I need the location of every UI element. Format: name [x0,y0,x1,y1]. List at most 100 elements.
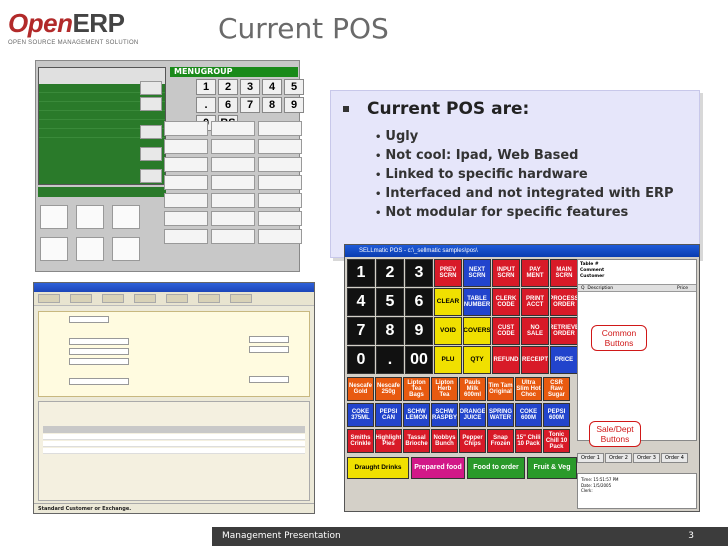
product-button[interactable]: COKE 375ML [347,403,374,427]
toolbar-button[interactable] [70,294,92,303]
function-button[interactable]: MAIN SCRN [550,259,578,287]
numpad-key[interactable]: 2 [376,259,404,287]
product-button[interactable] [164,175,208,190]
product-button[interactable]: Pepper Chips [459,429,486,453]
function-icon[interactable] [40,237,68,261]
function-button[interactable]: COVERS [463,317,491,345]
numpad-key[interactable]: 8 [262,97,282,113]
function-button[interactable]: PLU [434,346,462,374]
product-button[interactable]: Tim Tam Original [487,377,514,401]
product-button[interactable]: PEPSI CAN [375,403,402,427]
product-button[interactable] [258,211,302,226]
product-button[interactable] [164,139,208,154]
product-button[interactable] [211,229,255,244]
function-icon[interactable] [112,205,140,229]
product-button[interactable]: Snap Frozen [487,429,514,453]
numpad-key[interactable]: 1 [196,79,216,95]
side-button[interactable] [140,169,162,183]
product-button[interactable] [164,121,208,136]
numpad-key[interactable]: . [376,346,404,374]
form-field[interactable] [249,376,289,383]
product-button[interactable] [164,229,208,244]
function-button[interactable]: RECEIPT [521,346,549,374]
form-field[interactable] [69,358,129,365]
product-button[interactable] [211,139,255,154]
product-button[interactable]: Nobbys Bunch [431,429,458,453]
product-button[interactable] [211,121,255,136]
product-button[interactable] [258,121,302,136]
tab-order-3[interactable]: Order 3 [632,453,660,463]
product-button[interactable] [164,193,208,208]
numpad-key[interactable]: 8 [376,317,404,345]
numpad-key[interactable]: 2 [218,79,238,95]
product-button[interactable] [258,229,302,244]
numpad-key[interactable]: 7 [347,317,375,345]
product-button[interactable]: Highlight Pies [375,429,402,453]
function-button[interactable]: REFUND [492,346,520,374]
numpad-key[interactable]: . [196,97,216,113]
function-button[interactable]: NO SALE [521,317,549,345]
function-button[interactable]: INPUT SCRN [492,259,520,287]
side-button[interactable] [140,81,162,95]
numpad-key[interactable]: 6 [218,97,238,113]
product-button[interactable]: SCHW LEMON [403,403,430,427]
numpad-key[interactable]: 00 [405,346,433,374]
side-button[interactable] [140,125,162,139]
product-button[interactable]: ORANGE JUICE [459,403,486,427]
tab-order-4[interactable]: Order 4 [660,453,688,463]
product-button[interactable] [211,211,255,226]
product-button[interactable] [164,211,208,226]
product-button[interactable]: Smiths Crinkle [347,429,374,453]
function-button[interactable]: CUST CODE [492,317,520,345]
tab-order-2[interactable]: Order 2 [604,453,632,463]
product-button[interactable] [164,157,208,172]
function-icon[interactable] [76,237,104,261]
product-button[interactable]: SCHW RASPBY [431,403,458,427]
table-row[interactable] [43,448,305,454]
numpad-key[interactable]: 0 [347,346,375,374]
product-button[interactable]: Lipton Herb Tea [431,377,458,401]
function-button[interactable]: PREV SCRN [434,259,462,287]
function-button[interactable]: PRINT ACCT [521,288,549,316]
function-button[interactable]: CLERK CODE [492,288,520,316]
product-button[interactable]: Tonic Chill 10 Pack [543,429,570,453]
form-field[interactable] [69,338,129,345]
toolbar-button[interactable] [38,294,60,303]
product-button[interactable] [258,157,302,172]
numpad-key[interactable]: 9 [284,97,304,113]
form-field[interactable] [69,316,109,323]
department-button[interactable]: Prepared food [411,457,465,479]
numpad-key[interactable]: 5 [284,79,304,95]
product-button[interactable]: SPRING WATER [487,403,514,427]
function-button[interactable]: NEXT SCRN [463,259,491,287]
product-button[interactable]: Lipton Tea Bags [403,377,430,401]
product-button[interactable]: PEPSI 600M [543,403,570,427]
toolbar-button[interactable] [134,294,156,303]
function-button[interactable]: QTY [463,346,491,374]
function-button[interactable]: PRICE [550,346,578,374]
form-field[interactable] [249,346,289,353]
department-button[interactable]: Food to order [467,457,525,479]
product-button[interactable]: Ultra Slim Hot Choc [515,377,542,401]
tab-order-1[interactable]: Order 1 [577,453,604,463]
form-field[interactable] [69,378,129,385]
numpad-key[interactable]: 7 [240,97,260,113]
product-button[interactable]: Nescafe Gold [347,377,374,401]
product-button[interactable]: COKE 600M [515,403,542,427]
product-button[interactable]: Pauls Milk 600ml [459,377,486,401]
product-button[interactable]: Tassal Brioche [403,429,430,453]
product-button[interactable] [258,139,302,154]
side-button[interactable] [140,97,162,111]
numpad-key[interactable]: 3 [405,259,433,287]
product-button[interactable]: CSR Raw Sugar [543,377,570,401]
function-button[interactable]: PAY MENT [521,259,549,287]
function-button[interactable]: PROCESS ORDER [550,288,578,316]
function-icon[interactable] [112,237,140,261]
side-button[interactable] [140,147,162,161]
function-button[interactable]: TABLE NUMBER [463,288,491,316]
department-button[interactable]: Draught Drinks [347,457,409,479]
form-field[interactable] [249,336,289,343]
product-button[interactable]: 15" Chili 10 Pack [515,429,542,453]
product-button[interactable] [211,175,255,190]
numpad-key[interactable]: 5 [376,288,404,316]
